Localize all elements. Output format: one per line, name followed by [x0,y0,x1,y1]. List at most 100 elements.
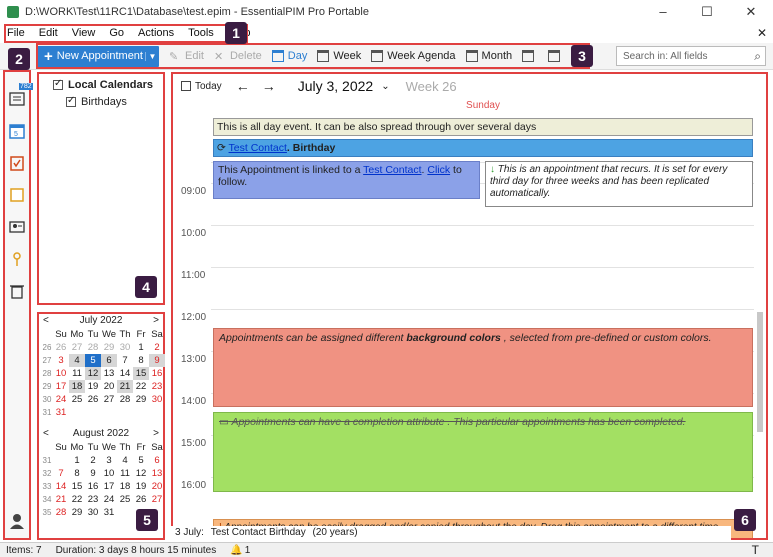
search-icon[interactable]: ⌕ [754,49,761,64]
mini-cal-cell[interactable]: 3 [101,454,117,467]
mini-cal-cell[interactable]: 18 [69,380,85,393]
mini-cal-cell[interactable]: 1 [133,341,149,354]
search-input[interactable]: Search in: All fields ⌕ [616,46,766,66]
mini-cal-cell[interactable]: 30 [149,393,165,406]
sticky-notes-module-icon[interactable] [8,186,26,204]
mini-cal-cell[interactable]: 2 [85,454,101,467]
close-button[interactable]: ✕ [729,0,773,24]
mini-cal-cell[interactable]: 22 [133,380,149,393]
mini-cal-cell[interactable]: 10 [101,467,117,480]
mini-cal-cell[interactable]: 35 [41,506,53,519]
mini-cal-cell[interactable]: We [101,328,117,341]
minimize-button[interactable]: – [641,0,685,24]
contacts-module-icon[interactable] [8,218,26,236]
mini-cal-cell[interactable]: 31 [53,406,69,419]
completed-appointment[interactable]: ▭ Appointments can have a completion att… [213,412,753,492]
mini-cal-cell[interactable]: 14 [117,367,133,380]
mini-cal-cell[interactable]: 16 [149,367,165,380]
mini-cal-cell[interactable]: 5 [85,354,101,367]
mini-cal-cell[interactable]: 28 [41,367,53,380]
mini-cal-cell[interactable]: 19 [85,380,101,393]
mini-cal-cell[interactable]: 26 [133,493,149,506]
mini-cal-cell[interactable]: 11 [69,367,85,380]
mini-cal-cell[interactable]: 34 [41,493,53,506]
mini-cal-cell[interactable]: 26 [41,341,53,354]
mini-cal-cell[interactable]: 10 [53,367,69,380]
mini-cal-cell[interactable] [101,406,117,419]
next-month-icon[interactable]: > [153,315,159,326]
calendar-module-icon[interactable]: 5 [8,122,26,140]
mini-cal-cell[interactable]: 27 [149,493,165,506]
mini-cal-cell[interactable]: 19 [133,480,149,493]
notes-module-icon[interactable] [8,90,26,108]
mini-cal-cell[interactable]: Fr [133,328,149,341]
mini-cal-cell[interactable]: 30 [117,341,133,354]
mini-cal-cell[interactable]: 25 [117,493,133,506]
mini-cal-cell[interactable]: 11 [117,467,133,480]
contact-link[interactable]: Test Contact [363,164,421,176]
today-button[interactable]: Today [181,81,222,92]
linked-appointment[interactable]: This Appointment is linked to a Test Con… [213,161,480,199]
next-month-icon[interactable]: > [153,428,159,439]
mini-cal-cell[interactable]: 4 [69,354,85,367]
mini-cal-cell[interactable]: 30 [85,506,101,519]
mini-cal-cell[interactable]: Mo [69,328,85,341]
mini-cal-cell[interactable]: 17 [101,480,117,493]
mini-cal-cell[interactable]: Th [117,328,133,341]
mini-cal-cell[interactable]: 27 [69,341,85,354]
mini-cal-cell[interactable] [41,328,53,341]
mini-cal-cell[interactable]: 21 [53,493,69,506]
mini-cal-cell[interactable]: 31 [101,506,117,519]
mini-cal-cell[interactable]: 15 [69,480,85,493]
mini-cal-cell[interactable]: 2 [149,341,165,354]
maximize-button[interactable]: ☐ [685,0,729,24]
mini-cal-cell[interactable] [133,406,149,419]
mini-cal-cell[interactable]: 6 [101,354,117,367]
bell-icon[interactable]: 🔔 [230,545,242,556]
mini-cal-cell[interactable]: 21 [117,380,133,393]
prev-month-icon[interactable]: < [43,428,49,439]
mini-cal-cell[interactable]: 8 [133,354,149,367]
mini-cal-cell[interactable]: 32 [41,467,53,480]
mini-cal-cell[interactable]: 28 [85,341,101,354]
mini-cal-cell[interactable]: 24 [101,493,117,506]
close-document-icon[interactable]: ✕ [757,24,767,42]
scrollbar-thumb[interactable] [757,312,763,432]
mini-cal-cell[interactable]: 20 [149,480,165,493]
mini-cal-cell[interactable]: Sa [149,441,165,454]
local-calendars-checkbox[interactable] [53,78,63,90]
birthdays-checkbox[interactable] [66,95,76,107]
mini-cal-cell[interactable]: We [101,441,117,454]
user-avatar-icon[interactable] [8,512,26,530]
local-calendars-item[interactable]: Local Calendars [39,76,163,93]
birthdays-item[interactable]: Birthdays [39,93,163,110]
mini-cal-cell[interactable]: Mo [69,441,85,454]
all-day-event[interactable]: This is all day event. It can be also sp… [213,118,753,136]
recurring-appointment[interactable]: ↓ This is an appointment that recurs. It… [485,161,753,207]
current-date[interactable]: July 3, 2022 [298,78,374,94]
mini-cal-cell[interactable]: 12 [85,367,101,380]
vertical-scrollbar[interactable] [756,162,764,522]
mini-cal-cell[interactable]: 29 [41,380,53,393]
mini-cal-cell[interactable]: Th [117,441,133,454]
mini-cal-cell[interactable]: 18 [117,480,133,493]
mini-cal-cell[interactable]: 7 [117,354,133,367]
mini-cal-cell[interactable]: 29 [69,506,85,519]
click-link[interactable]: Click [427,164,450,176]
mini-cal-cell[interactable]: 27 [41,354,53,367]
contact-link[interactable]: Test Contact [229,142,287,154]
next-arrow-icon[interactable]: → [262,78,276,94]
mini-cal-cell[interactable]: 20 [101,380,117,393]
mini-cal-cell[interactable] [85,406,101,419]
mini-cal-cell[interactable]: Tu [85,328,101,341]
mini-cal-cell[interactable]: 23 [149,380,165,393]
mini-cal-cell[interactable] [117,406,133,419]
mini-cal-cell[interactable]: 13 [101,367,117,380]
mini-cal-cell[interactable]: 27 [101,393,117,406]
mini-cal-cell[interactable]: 26 [53,341,69,354]
trash-module-icon[interactable] [8,282,26,300]
mini-cal-cell[interactable]: 16 [85,480,101,493]
mini-cal-cell[interactable]: 5 [133,454,149,467]
mini-cal-cell[interactable] [149,406,165,419]
mini-cal-cell[interactable] [69,406,85,419]
